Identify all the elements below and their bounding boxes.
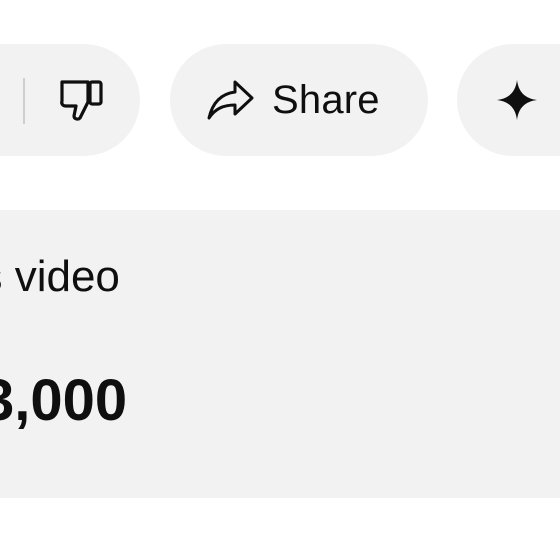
- sparkle-icon: [496, 79, 538, 121]
- stats-card-title: this video: [0, 252, 120, 301]
- video-actions-screen: Share this video 3,000: [0, 0, 560, 560]
- thumbs-down-icon: [60, 80, 103, 121]
- stats-card-content: this video 3,000: [0, 210, 560, 498]
- share-button[interactable]: Share: [170, 44, 428, 156]
- like-dislike-divider: [23, 78, 25, 124]
- dislike-button[interactable]: [58, 78, 108, 124]
- share-arrow-icon: [206, 78, 256, 122]
- stats-card-value: 3,000: [0, 368, 128, 433]
- ask-button[interactable]: [457, 44, 560, 156]
- like-dislike-button-group: [0, 44, 140, 156]
- share-label: Share: [272, 78, 380, 122]
- video-stats-card: this video 3,000: [0, 210, 560, 498]
